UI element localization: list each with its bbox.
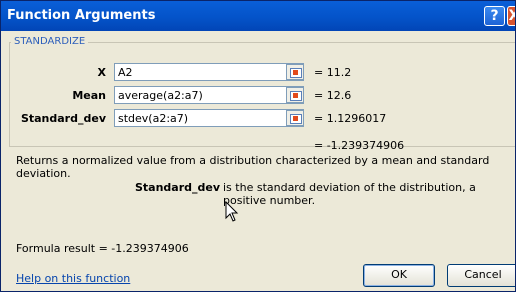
arg-mean-input[interactable] [114,86,304,104]
arg-x-input[interactable] [114,63,304,81]
close-icon: X [509,8,515,24]
dialog-title: Function Arguments [7,8,156,23]
arg-x-value: = 11.2 [314,66,352,79]
title-bar[interactable]: Function Arguments ? X [1,1,515,31]
help-on-function-link[interactable]: Help on this function [16,272,130,285]
result-preview: = -1.239374906 [314,139,405,152]
close-button[interactable]: X [507,6,515,26]
ref-mark [293,93,298,98]
formula-result: Formula result = -1.239374906 [16,242,189,255]
arg-x-label: X [97,66,106,79]
arg-stdev-ref-button[interactable] [286,110,304,126]
arg-mean-ref-button[interactable] [286,87,304,103]
arg-mean-value: = 12.6 [314,89,352,102]
arg-stdev-input[interactable] [114,109,304,127]
parameter-name: Standard_dev [135,181,221,194]
mouse-pointer-icon [225,201,239,222]
help-button[interactable]: ? [484,6,505,26]
function-description: Returns a normalized value from a distri… [16,154,490,180]
arg-x-ref-button[interactable] [286,64,304,80]
help-icon: ? [490,8,499,24]
ref-mark [293,70,298,75]
ref-mark [293,116,298,121]
arg-stdev-label: Standard_dev [20,112,106,125]
function-name-label: STANDARDIZE [11,36,89,47]
arg-mean-label: Mean [72,89,106,102]
arg-stdev-value: = 1.1296017 [314,112,387,125]
cancel-button[interactable]: Cancel [447,264,515,287]
function-arguments-dialog: Function Arguments ? X STANDARDIZE X = 1… [0,0,516,292]
parameter-description: is the standard deviation of the distrib… [223,181,476,207]
ok-button[interactable]: OK [363,264,435,287]
